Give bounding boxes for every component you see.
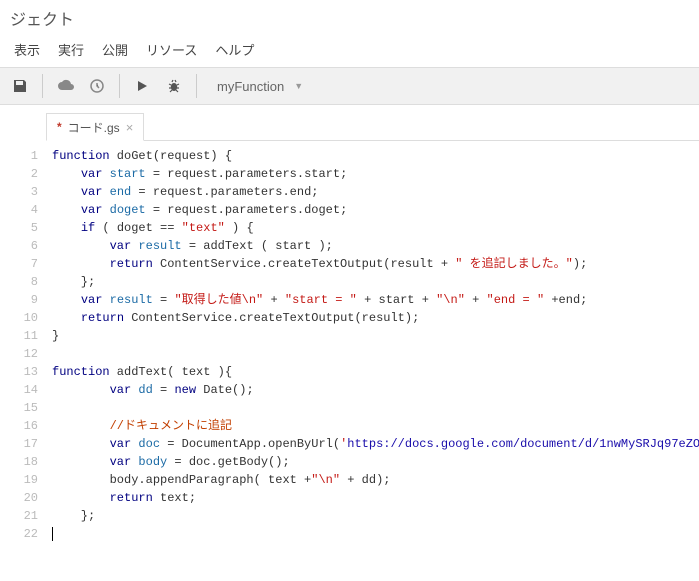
chevron-down-icon: ▼: [294, 81, 303, 91]
code-line: return ContentService.createTextOutput(r…: [52, 309, 699, 327]
code-line: var body = doc.getBody();: [52, 453, 699, 471]
code-line: if ( doget == "text" ) {: [52, 219, 699, 237]
line-number: 1: [0, 147, 38, 165]
triggers-clock-icon[interactable]: [83, 72, 111, 100]
code-area[interactable]: function doGet(request) { var start = re…: [46, 141, 699, 581]
code-line: function doGet(request) {: [52, 147, 699, 165]
code-line: [52, 345, 699, 363]
line-number: 8: [0, 273, 38, 291]
deploy-cloud-icon[interactable]: [51, 72, 79, 100]
code-line: var doc = DocumentApp.openByUrl('https:/…: [52, 435, 699, 453]
line-number: 12: [0, 345, 38, 363]
line-number: 10: [0, 309, 38, 327]
menubar: 表示実行公開リソースヘルプ: [0, 34, 699, 67]
code-line: };: [52, 507, 699, 525]
separator: [196, 74, 197, 98]
menu-item[interactable]: 実行: [58, 40, 84, 59]
line-number: 15: [0, 399, 38, 417]
line-number: 5: [0, 219, 38, 237]
code-line: return ContentService.createTextOutput(r…: [52, 255, 699, 273]
line-number: 9: [0, 291, 38, 309]
file-tab[interactable]: * コード.gs ×: [46, 113, 144, 141]
line-number: 19: [0, 471, 38, 489]
code-line: var result = addText ( start );: [52, 237, 699, 255]
code-line: [52, 399, 699, 417]
tab-filename: コード.gs: [68, 119, 120, 136]
code-line: function addText( text ){: [52, 363, 699, 381]
code-line: [52, 525, 699, 543]
menu-item[interactable]: ヘルプ: [215, 40, 254, 59]
menu-item[interactable]: リソース: [146, 40, 197, 59]
line-number: 2: [0, 165, 38, 183]
toolbar: myFunction ▼: [0, 67, 699, 105]
code-line: var end = request.parameters.end;: [52, 183, 699, 201]
code-line: body.appendParagraph( text +"\n" + dd);: [52, 471, 699, 489]
line-number-gutter: 12345678910111213141516171819202122: [0, 141, 46, 581]
line-number: 20: [0, 489, 38, 507]
function-select-label: myFunction: [217, 79, 284, 94]
run-icon[interactable]: [128, 72, 156, 100]
line-number: 17: [0, 435, 38, 453]
code-line: var dd = new Date();: [52, 381, 699, 399]
line-number: 6: [0, 237, 38, 255]
line-number: 3: [0, 183, 38, 201]
line-number: 16: [0, 417, 38, 435]
code-line: var start = request.parameters.start;: [52, 165, 699, 183]
menu-item[interactable]: 表示: [14, 40, 40, 59]
line-number: 7: [0, 255, 38, 273]
separator: [119, 74, 120, 98]
line-number: 22: [0, 525, 38, 543]
line-number: 4: [0, 201, 38, 219]
code-line: var doget = request.parameters.doget;: [52, 201, 699, 219]
line-number: 13: [0, 363, 38, 381]
close-icon[interactable]: ×: [126, 120, 134, 135]
code-line: }: [52, 327, 699, 345]
separator: [42, 74, 43, 98]
save-icon[interactable]: [6, 72, 34, 100]
page-title: ジェクト: [0, 0, 699, 34]
code-line: };: [52, 273, 699, 291]
editor[interactable]: 12345678910111213141516171819202122 func…: [0, 141, 699, 581]
code-line: var result = "取得した値\n" + "start = " + st…: [52, 291, 699, 309]
modified-indicator: *: [57, 120, 62, 134]
line-number: 21: [0, 507, 38, 525]
debug-bug-icon[interactable]: [160, 72, 188, 100]
code-line: //ドキュメントに追記: [52, 417, 699, 435]
function-select[interactable]: myFunction ▼: [205, 72, 315, 100]
line-number: 11: [0, 327, 38, 345]
tabstrip: * コード.gs ×: [46, 113, 699, 141]
menu-item[interactable]: 公開: [102, 40, 128, 59]
code-line: return text;: [52, 489, 699, 507]
line-number: 18: [0, 453, 38, 471]
line-number: 14: [0, 381, 38, 399]
